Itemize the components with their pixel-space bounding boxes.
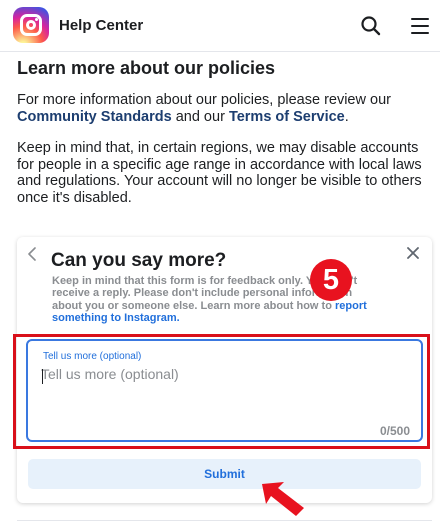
hamburger-menu-icon — [411, 18, 429, 34]
close-button[interactable] — [404, 244, 422, 262]
divider — [17, 520, 432, 521]
terms-of-service-link[interactable]: Terms of Service — [229, 109, 345, 125]
back-button[interactable] — [25, 245, 41, 263]
search-icon — [361, 16, 381, 36]
policies-paragraph: For more information about our policies,… — [17, 92, 391, 125]
community-standards-link[interactable]: Community Standards — [17, 109, 172, 125]
feedback-textarea-label: Tell us more (optional) — [43, 351, 142, 362]
search-button[interactable] — [359, 14, 383, 38]
close-icon — [407, 247, 419, 259]
instagram-logo-icon[interactable] — [13, 7, 49, 43]
submit-button[interactable]: Submit — [28, 459, 421, 489]
pointer-arrow-icon — [262, 482, 304, 516]
text-cursor — [42, 369, 43, 384]
top-header: Help Center — [0, 0, 440, 52]
policies-heading: Learn more about our policies — [17, 58, 276, 78]
step-number-badge: 5 — [310, 259, 352, 301]
chevron-left-icon — [28, 247, 36, 261]
menu-button[interactable] — [408, 14, 432, 38]
help-center-title[interactable]: Help Center — [59, 17, 143, 34]
character-counter: 0/500 — [380, 424, 411, 438]
age-range-paragraph: Keep in mind that, in certain regions, w… — [17, 140, 422, 206]
feedback-title: Can you say more? — [51, 250, 227, 271]
feedback-textarea[interactable] — [41, 366, 407, 416]
